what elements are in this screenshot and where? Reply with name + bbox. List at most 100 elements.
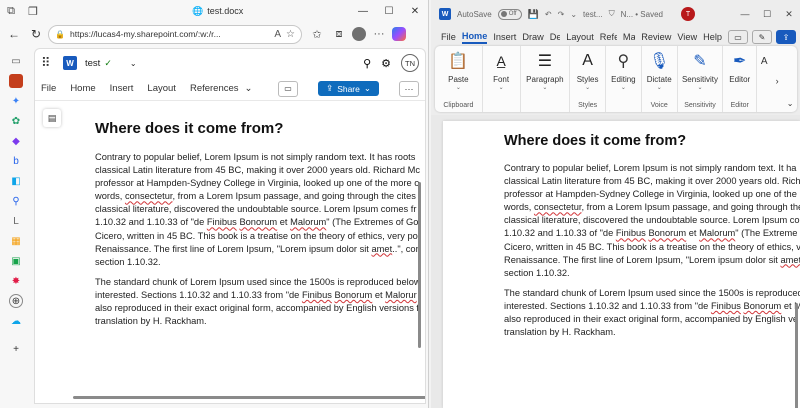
sensitivity-icon[interactable]: ✎ xyxy=(689,50,711,72)
collections-icon[interactable]: ⧈ xyxy=(330,25,348,43)
design-icon[interactable]: ✸ xyxy=(9,274,23,288)
read-aloud-icon[interactable]: A xyxy=(274,29,281,40)
menu-file[interactable]: File xyxy=(41,83,56,94)
tab-help[interactable]: Help xyxy=(703,32,722,42)
search-icon[interactable]: ⚲ xyxy=(9,194,23,208)
copilot-sidebar-icon[interactable]: ✦ xyxy=(9,94,23,108)
profile-avatar[interactable] xyxy=(352,27,366,41)
tab-file[interactable]: File xyxy=(441,32,456,42)
dictate-chevron-icon[interactable]: ⌄ xyxy=(657,84,662,91)
apps-icon[interactable]: ▦ xyxy=(9,234,23,248)
vertical-scrollbar[interactable] xyxy=(418,182,421,348)
microphone-icon[interactable]: 🎙 xyxy=(648,50,670,72)
user-avatar[interactable]: T xyxy=(680,7,695,21)
menu-insert[interactable]: Insert xyxy=(110,83,134,94)
tab-actions-icon[interactable]: ❐ xyxy=(22,0,44,22)
search-icon[interactable]: ⚲ xyxy=(363,57,371,70)
document-page[interactable]: Where does it come from? Contrary to pop… xyxy=(443,121,800,408)
games-icon[interactable]: ◆ xyxy=(9,134,23,148)
font-icon[interactable]: A̲ xyxy=(490,50,512,72)
sensitivity-chevron-icon[interactable]: ⌄ xyxy=(697,84,702,91)
minimize-icon[interactable]: — xyxy=(734,9,756,20)
comment-icon[interactable]: ▭ xyxy=(278,80,299,97)
maximize-icon[interactable]: ☐ xyxy=(756,9,778,20)
tab-list-icon[interactable]: ▭ xyxy=(9,54,23,68)
paragraph-chevron-icon[interactable]: ⌄ xyxy=(542,84,547,91)
editor-label[interactable]: Editor xyxy=(729,75,750,84)
refresh-icon[interactable]: ↻ xyxy=(26,24,46,44)
drop-icon[interactable]: ▣ xyxy=(9,254,23,268)
font-label[interactable]: Font xyxy=(493,75,509,84)
webapp-document-canvas[interactable]: ▤ Where does it come from? Contrary to p… xyxy=(35,102,425,398)
office-icon[interactable] xyxy=(9,74,23,88)
horizontal-scrollbar[interactable] xyxy=(73,396,425,399)
tab-design[interactable]: Design xyxy=(550,32,560,42)
menu-references[interactable]: References xyxy=(190,83,239,94)
tab-layout[interactable]: Layout xyxy=(566,32,594,42)
chevron-down-icon[interactable]: ⌄ xyxy=(130,59,137,68)
ribbon-collapse-chevron-icon[interactable]: ⌄ xyxy=(787,99,794,108)
tab-references[interactable]: References xyxy=(600,32,617,42)
vertical-scrollbar[interactable] xyxy=(795,303,798,408)
close-icon[interactable]: ✕ xyxy=(778,9,800,20)
close-icon[interactable]: ✕ xyxy=(402,6,428,17)
save-status[interactable]: N... • Saved xyxy=(621,10,663,19)
styles-icon[interactable]: A xyxy=(577,50,599,72)
browser-tab[interactable]: 🌐 test.docx xyxy=(192,6,243,17)
web-icon[interactable]: ⊕ xyxy=(9,294,23,308)
menu-chevron-icon[interactable]: ⌄ xyxy=(245,83,253,94)
paste-chevron-icon[interactable]: ⌄ xyxy=(456,84,461,91)
sensitivity-label[interactable]: Sensitivity xyxy=(682,75,718,84)
tools-icon[interactable]: ✿ xyxy=(9,114,23,128)
menu-home[interactable]: Home xyxy=(70,83,95,94)
link-icon[interactable]: L xyxy=(9,214,23,228)
user-avatar[interactable]: TN xyxy=(401,54,419,72)
font-chevron-icon[interactable]: ⌄ xyxy=(499,84,504,91)
tab-mailings[interactable]: Mailings xyxy=(623,32,635,42)
editor-icon[interactable]: ✒ xyxy=(729,50,751,72)
menu-layout[interactable]: Layout xyxy=(147,83,176,94)
favorite-star-icon[interactable]: ☆ xyxy=(286,29,295,40)
editing-mode-icon[interactable]: ✎ xyxy=(752,30,772,44)
autosave-toggle[interactable]: Off xyxy=(497,8,522,20)
outlook-icon[interactable]: ◧ xyxy=(9,174,23,188)
editing-chevron-icon[interactable]: ⌄ xyxy=(621,84,626,91)
ribbon-scroll-right-icon[interactable]: › xyxy=(776,76,779,86)
undo-icon[interactable]: ↶ xyxy=(545,10,552,19)
copilot-icon[interactable] xyxy=(392,27,406,41)
dictate-label[interactable]: Dictate xyxy=(647,75,672,84)
editing-label[interactable]: Editing xyxy=(611,75,635,84)
paragraph-label[interactable]: Paragraph xyxy=(526,75,563,84)
minimize-icon[interactable]: — xyxy=(350,6,376,17)
cloud-icon[interactable]: ☁ xyxy=(9,314,23,328)
paste-label[interactable]: Paste xyxy=(448,75,468,84)
tab-insert[interactable]: Insert xyxy=(493,32,516,42)
save-icon[interactable]: 💾 xyxy=(528,9,539,20)
tab-home[interactable]: Home xyxy=(461,31,488,44)
bing-icon[interactable]: b xyxy=(9,154,23,168)
share-button[interactable]: ⇪ Share ⌄ xyxy=(318,81,379,96)
styles-label[interactable]: Styles xyxy=(577,75,599,84)
styles-chevron-icon[interactable]: ⌄ xyxy=(585,84,590,91)
favorites-icon[interactable]: ✩ xyxy=(308,25,326,43)
settings-gear-icon[interactable]: ⚙ xyxy=(381,57,391,70)
tab-draw[interactable]: Draw xyxy=(522,32,543,42)
paragraph-icon[interactable]: ☰ xyxy=(534,50,556,72)
document-title[interactable]: test... xyxy=(583,10,603,19)
comments-icon[interactable]: ▭ xyxy=(728,30,748,44)
navigation-pane-icon[interactable]: ▤ xyxy=(43,109,61,127)
more-options-button[interactable]: ··· xyxy=(399,80,419,97)
document-title[interactable]: test ✓ ⌄ xyxy=(85,58,137,69)
workspaces-icon[interactable]: ⧉ xyxy=(0,0,22,22)
share-icon[interactable]: ⇪ xyxy=(776,30,796,44)
back-icon[interactable]: ← xyxy=(4,24,24,44)
add-sidebar-app-icon[interactable]: + xyxy=(9,342,23,356)
editing-icon[interactable]: ⚲ xyxy=(612,50,634,72)
tab-view[interactable]: View xyxy=(677,32,697,42)
more-options-icon[interactable]: ··· xyxy=(370,25,388,43)
maximize-icon[interactable]: ☐ xyxy=(376,6,402,17)
app-launcher-icon[interactable]: ⠿ xyxy=(41,55,55,71)
customize-chevron-icon[interactable]: ⌄ xyxy=(570,10,577,19)
document-body[interactable]: Where does it come from? Contrary to pop… xyxy=(95,120,425,335)
paste-icon[interactable]: 📋 xyxy=(447,50,469,72)
